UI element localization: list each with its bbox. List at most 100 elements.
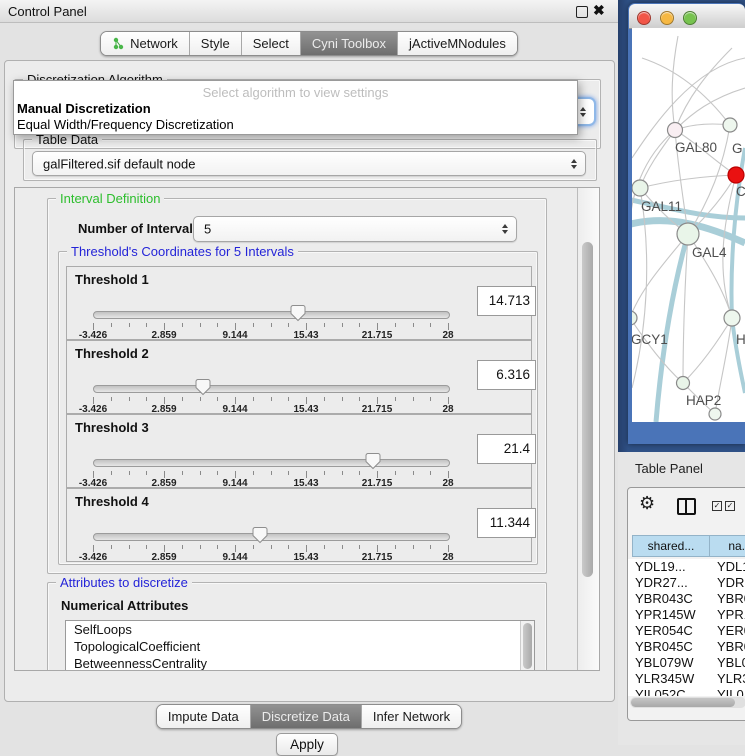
select-columns-icon-2[interactable]: ✓ [725,501,735,511]
network-node-gcy1[interactable] [632,311,637,325]
attribute-item[interactable]: SelfLoops [66,621,534,638]
algorithm-option[interactable]: Equal Width/Frequency Discretization [17,117,234,132]
cell-shared-name: YPR145W [628,607,713,622]
slider-tick-label: 28 [442,552,453,563]
tab-cyni-toolbox[interactable]: Cyni Toolbox [301,32,398,55]
slider-track[interactable] [93,533,450,541]
table-row[interactable]: YBR045CYBR0 [628,639,745,655]
bottom-tab-impute-data[interactable]: Impute Data [157,705,251,728]
slider-thumb[interactable] [195,378,211,396]
network-edge[interactable] [672,36,678,130]
thresholds-group-title: Threshold's Coordinates for 5 Intervals [67,244,298,259]
table-row[interactable]: YLR345WYLR3 [628,671,745,687]
bottom-tab-infer-network[interactable]: Infer Network [362,705,461,728]
settings-gear-icon[interactable]: ⚙ [639,493,655,514]
threshold-value-box[interactable]: 14.713 [477,286,536,316]
network-node-gal-partial[interactable] [723,118,737,132]
slider-tick [430,323,431,327]
network-edge-highlighted[interactable] [656,234,688,422]
algorithm-option[interactable]: Manual Discretization [17,101,151,116]
tab-label: Infer Network [373,709,450,724]
slider-tick [164,323,165,330]
network-edge[interactable] [632,188,647,388]
attribute-items: SelfLoopsTopologicalCoefficientBetweenne… [66,621,534,670]
table-row[interactable]: YDR27...YDR2 [628,575,745,591]
numerical-attributes-list[interactable]: SelfLoopsTopologicalCoefficientBetweenne… [65,620,535,670]
table-row[interactable]: YDL19...YDL1 [628,559,745,575]
close-icon[interactable]: ✖ [593,2,605,19]
network-window-titlebar [629,4,745,29]
threshold-value-box[interactable]: 6.316 [477,360,536,390]
slider-tick [306,545,307,552]
float-window-icon[interactable] [576,6,588,18]
tab-select[interactable]: Select [242,32,301,55]
tab-jactivemnodules[interactable]: jActiveMNodules [398,32,517,55]
network-edge[interactable] [683,318,732,383]
slider-thumb[interactable] [290,304,306,322]
network-node-hap2[interactable] [677,377,690,390]
table-row[interactable]: YER054CYER0 [628,623,745,639]
attribute-item[interactable]: BetweennessCentrality [66,655,534,670]
settings-viewport: Interval Definition Number of Intervals … [15,188,577,670]
network-edge-highlighted[interactable] [732,318,745,393]
attributes-list-scrollbar[interactable] [520,621,534,670]
table-row[interactable]: YBL079WYBL0 [628,655,745,671]
threshold-slider[interactable]: -3.4262.8599.14415.4321.71528 [93,525,448,561]
network-node-gal4[interactable] [677,223,699,245]
table-data-combobox[interactable]: galFiltered.sif default node [32,151,586,176]
network-edge[interactable] [675,48,732,130]
table-row[interactable]: YPR145WYPR1 [628,607,745,623]
network-edge[interactable] [675,124,730,130]
slider-tick [200,471,201,475]
network-node-gal80[interactable] [668,123,683,138]
slider-tick [306,323,307,330]
slider-thumb[interactable] [365,452,381,470]
network-node-label: GCY1 [632,332,668,347]
cell-shared-name: YLR345W [628,671,713,686]
column-header-name[interactable]: na... [709,535,745,557]
slider-tick [377,545,378,552]
slider-track[interactable] [93,385,450,393]
table-hscrollbar[interactable] [630,697,745,708]
table-row[interactable]: YBR043CYBR0 [628,591,745,607]
bottom-tab-discretize-data[interactable]: Discretize Data [251,705,362,728]
slider-thumb[interactable] [252,526,268,544]
tab-network[interactable]: Network [101,32,190,55]
slider-tick [395,545,396,549]
slider-tick [306,471,307,478]
slider-tick [253,397,254,401]
cell-name: YDR2 [713,575,745,590]
slider-tick [448,471,449,478]
network-node-gal11[interactable] [632,180,648,196]
close-traffic-light[interactable] [637,11,651,25]
select-columns-icon[interactable]: ✓ [712,501,722,511]
minimize-traffic-light[interactable] [660,11,674,25]
threshold-slider[interactable]: -3.4262.8599.14415.4321.71528 [93,451,448,487]
threshold-value-box[interactable]: 11.344 [477,508,536,538]
slider-tick [235,323,236,330]
column-header-shared-name[interactable]: shared... [632,535,710,557]
slider-track[interactable] [93,459,450,467]
slider-tick [164,397,165,404]
tab-style[interactable]: Style [190,32,242,55]
number-of-intervals-combobox[interactable]: 5 [193,216,517,242]
threshold-label: Threshold 1 [75,272,149,287]
attribute-item[interactable]: TopologicalCoefficient [66,638,534,655]
network-canvas[interactable]: GAL80GCGAL11GAL4GCY1HHAP2 [632,28,745,422]
network-node-bottom-node[interactable] [709,408,721,420]
zoom-traffic-light[interactable] [683,11,697,25]
split-columns-icon[interactable] [677,498,696,515]
threshold-slider[interactable]: -3.4262.8599.14415.4321.71528 [93,303,448,339]
slider-tick [342,397,343,401]
network-node-h-partial[interactable] [724,310,740,326]
network-node-label: HAP2 [686,393,721,408]
network-node-red-node[interactable] [728,167,744,183]
settings-scrollbar[interactable] [577,188,599,670]
slider-tick [359,545,360,549]
settings-scrollbar-thumb[interactable] [582,242,593,577]
slider-track[interactable] [93,311,450,319]
network-edge[interactable] [640,175,736,188]
table-row[interactable]: YIL052CYIL0 [628,687,745,696]
threshold-value-box[interactable]: 21.4 [477,434,536,464]
threshold-slider[interactable]: -3.4262.8599.14415.4321.71528 [93,377,448,413]
